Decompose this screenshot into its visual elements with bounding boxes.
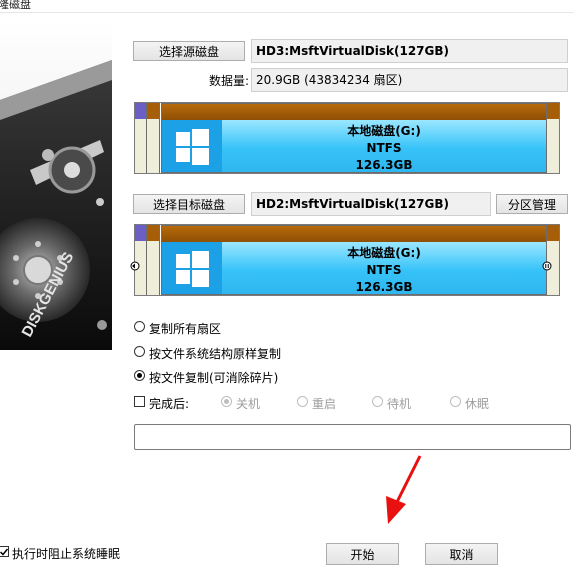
select-source-disk-button[interactable]: 选择源磁盘 [133, 41, 245, 61]
target-disk-map[interactable]: 本地磁盘(G:) NTFS 126.3GB [130, 224, 560, 296]
window-title: 隆磁盘 [0, 0, 31, 11]
cancel-button[interactable]: 取消 [425, 543, 498, 565]
after-complete-label: 完成后: [149, 397, 190, 411]
source-main-partition[interactable]: 本地磁盘(G:) NTFS 126.3GB [161, 103, 547, 173]
hibernate-radio[interactable] [450, 396, 461, 407]
prevent-sleep-label: 执行时阻止系统睡眠 [12, 547, 121, 561]
windows-logo-icon [162, 120, 222, 172]
title-bar: 隆磁盘 [0, 0, 574, 13]
resize-right-handle-icon[interactable] [542, 261, 552, 271]
diskgenius-artwork: DISKGENIUS [0, 20, 112, 350]
source-disk-map[interactable]: 本地磁盘(G:) NTFS 126.3GB [134, 102, 560, 174]
annotation-arrow-icon [386, 455, 422, 524]
data-size-value: 20.9GB (43834234 扇区) [251, 68, 568, 92]
data-size-label: 数据量: [209, 74, 250, 88]
hibernate-label: 休眠 [465, 397, 490, 411]
target-partition-fs: NTFS [366, 263, 402, 277]
source-small-partition-1[interactable] [135, 103, 147, 173]
copy-all-sectors-radio[interactable] [134, 321, 145, 332]
prevent-sleep-checkbox[interactable] [0, 546, 9, 557]
target-small-partition-3[interactable] [547, 225, 559, 295]
standby-radio[interactable] [372, 396, 383, 407]
copy-by-file-label: 按文件复制(可消除碎片) [149, 371, 279, 385]
target-partition-size: 126.3GB [355, 280, 413, 294]
source-small-partition-3[interactable] [547, 103, 559, 173]
copy-all-sectors-label: 复制所有扇区 [149, 322, 222, 336]
windows-logo-icon [162, 242, 222, 294]
target-main-partition[interactable]: 本地磁盘(G:) NTFS 126.3GB [161, 225, 547, 295]
source-partition-fs: NTFS [366, 141, 402, 155]
start-button[interactable]: 开始 [326, 543, 399, 565]
source-partition-name: 本地磁盘(G:) [347, 124, 421, 138]
source-small-partition-2[interactable] [147, 103, 160, 173]
select-target-disk-button[interactable]: 选择目标磁盘 [133, 194, 245, 214]
target-partition-name: 本地磁盘(G:) [347, 246, 421, 260]
progress-box [134, 424, 571, 450]
shutdown-radio[interactable] [221, 396, 232, 407]
source-disk-name: HD3:MsftVirtualDisk(127GB) [251, 39, 568, 63]
after-complete-checkbox[interactable] [134, 396, 145, 407]
partition-management-button[interactable]: 分区管理 [496, 194, 568, 214]
restart-radio[interactable] [297, 396, 308, 407]
copy-by-file-radio[interactable] [134, 370, 145, 381]
resize-left-handle-icon[interactable] [130, 261, 140, 271]
standby-label: 待机 [387, 397, 412, 411]
source-partition-size: 126.3GB [355, 158, 413, 172]
target-disk-name: HD2:MsftVirtualDisk(127GB) [251, 192, 491, 216]
shutdown-label: 关机 [236, 397, 261, 411]
checkmark-icon [0, 548, 9, 556]
restart-label: 重启 [312, 397, 337, 411]
target-small-partition-1[interactable] [135, 225, 147, 295]
target-small-partition-2[interactable] [147, 225, 160, 295]
copy-by-structure-label: 按文件系统结构原样复制 [149, 347, 282, 361]
copy-by-structure-radio[interactable] [134, 346, 145, 357]
